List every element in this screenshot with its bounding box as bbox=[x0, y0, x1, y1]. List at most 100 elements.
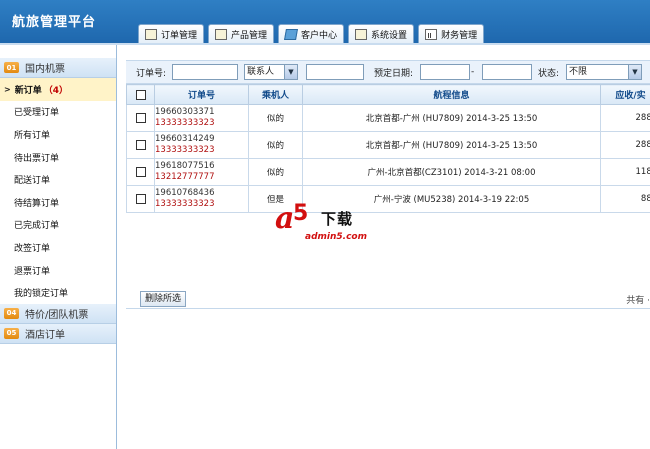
passenger-name: 似的 bbox=[248, 131, 303, 159]
chart-icon bbox=[425, 29, 438, 40]
table-footer: 删除所选 共有 · bbox=[126, 288, 650, 308]
sidebar-item-label: 已受理订单 bbox=[14, 108, 60, 119]
chevron-right-icon: > bbox=[4, 84, 11, 94]
sidebar-item-label: 改签订单 bbox=[14, 243, 51, 254]
sidebar-item-completed-orders[interactable]: 已完成订单 bbox=[0, 214, 116, 237]
select-all-checkbox[interactable] bbox=[135, 89, 146, 100]
section-number-badge: 05 bbox=[4, 327, 19, 339]
sidebar-item-pending-ticket[interactable]: 待出票订单 bbox=[0, 146, 116, 169]
sidebar-item-rebooking-orders[interactable]: 改签订单 bbox=[0, 236, 116, 259]
contact-select[interactable]: 联系人 ▼ bbox=[244, 64, 298, 80]
sidebar-item-label: 新订单 bbox=[14, 85, 42, 96]
status-select-value: 不限 bbox=[569, 67, 588, 77]
settings-icon bbox=[355, 29, 368, 40]
order-count-badge: （4） bbox=[43, 85, 68, 96]
table-row[interactable]: 19660314249 13333333323 似的 北京首都-广州 (HU780… bbox=[126, 131, 650, 159]
sidebar-item-label: 配送订单 bbox=[14, 176, 51, 187]
list-icon bbox=[145, 29, 157, 40]
sidebar-item-delivery-orders[interactable]: 配送订单 bbox=[0, 168, 116, 191]
route-info: 广州-北京首都(CZ3101) 2014-3-21 08:00 bbox=[302, 158, 601, 186]
top-tabs: 订单管理 产品管理 客户中心 系统设置 财务管理 bbox=[138, 24, 485, 44]
status-select[interactable]: 不限 ▼ bbox=[566, 64, 642, 80]
row-checkbox[interactable] bbox=[135, 167, 146, 177]
contact-input[interactable] bbox=[306, 64, 364, 80]
sidebar-section-hotel-orders[interactable]: 05 酒店订单 bbox=[0, 323, 116, 344]
watermark-logo: a 5 下载 admin5.com bbox=[275, 201, 385, 248]
date-to-input[interactable] bbox=[482, 64, 532, 80]
sidebar-item-label: 待结算订单 bbox=[14, 198, 60, 209]
sidebar-item-label: 待出票订单 bbox=[14, 153, 60, 164]
book-icon bbox=[284, 29, 299, 40]
footer-divider bbox=[126, 308, 650, 309]
main-content: 订单号: 联系人 ▼ 预定日期: - 状态: 不限 ▼ 订单号 乘机人 航程信息… bbox=[126, 60, 650, 309]
delete-selected-button[interactable]: 删除所选 bbox=[140, 291, 187, 307]
column-header-route[interactable]: 航程信息 bbox=[302, 84, 601, 105]
tab-customer-center[interactable]: 客户中心 bbox=[278, 24, 345, 44]
tab-system-settings[interactable]: 系统设置 bbox=[348, 24, 415, 44]
section-number-badge: 01 bbox=[4, 62, 19, 73]
chevron-down-icon: ▼ bbox=[284, 65, 297, 79]
contact-select-value: 联系人 bbox=[247, 67, 275, 77]
sidebar: 01 国内机票 > 新订单 （4） 已受理订单 所有订单 待出票订单 配送订单 … bbox=[0, 58, 117, 449]
sidebar-item-label: 已完成订单 bbox=[14, 221, 60, 232]
contact-phone: 13333333323 bbox=[155, 145, 215, 155]
contact-phone: 13333333323 bbox=[155, 118, 215, 128]
sidebar-spacer bbox=[0, 45, 117, 58]
price-value: 2889/ bbox=[600, 131, 650, 159]
tab-product-management[interactable]: 产品管理 bbox=[208, 24, 275, 44]
column-header-order-no[interactable]: 订单号 bbox=[154, 84, 249, 105]
tab-order-management[interactable]: 订单管理 bbox=[138, 24, 205, 44]
date-from-input[interactable] bbox=[420, 64, 470, 80]
tab-label: 财务管理 bbox=[441, 31, 478, 41]
order-id[interactable]: 19660314249 bbox=[155, 134, 248, 145]
column-header-passenger[interactable]: 乘机人 bbox=[248, 84, 303, 105]
sidebar-item-label: 所有订单 bbox=[14, 130, 51, 141]
tab-label: 订单管理 bbox=[161, 31, 198, 41]
section-label: 酒店订单 bbox=[25, 329, 65, 341]
price-value: 2889/ bbox=[600, 104, 650, 132]
passenger-name: 似的 bbox=[248, 104, 303, 132]
watermark-letter-a: a bbox=[275, 201, 295, 236]
order-id[interactable]: 19618077516 bbox=[155, 161, 248, 172]
price-value: 1183/ bbox=[600, 158, 650, 186]
sidebar-item-new-orders[interactable]: > 新订单 （4） bbox=[0, 78, 116, 101]
date-separator: - bbox=[471, 67, 475, 77]
watermark-url: admin5.com bbox=[305, 232, 367, 242]
orders-table: 订单号 乘机人 航程信息 应收/实 19660303371 13333333323… bbox=[126, 84, 650, 213]
row-checkbox[interactable] bbox=[135, 140, 146, 150]
sidebar-item-my-locked-orders[interactable]: 我的锁定订单 bbox=[0, 281, 116, 304]
sidebar-item-pending-settlement[interactable]: 待结算订单 bbox=[0, 191, 116, 214]
order-no-input[interactable] bbox=[172, 64, 238, 80]
column-header-price[interactable]: 应收/实 bbox=[600, 84, 650, 105]
sidebar-item-refund-orders[interactable]: 退票订单 bbox=[0, 259, 116, 282]
sidebar-section-special-group-flights[interactable]: 04 特价/团队机票 bbox=[0, 303, 116, 324]
section-label: 特价/团队机票 bbox=[25, 309, 89, 321]
order-id[interactable]: 19660303371 bbox=[155, 107, 248, 118]
tab-finance-management[interactable]: 财务管理 bbox=[418, 24, 485, 44]
row-checkbox[interactable] bbox=[135, 194, 146, 204]
total-count-text: 共有 · bbox=[626, 296, 650, 306]
status-label: 状态: bbox=[538, 68, 560, 79]
sidebar-item-label: 我的锁定订单 bbox=[14, 289, 69, 300]
sidebar-item-all-orders[interactable]: 所有订单 bbox=[0, 123, 116, 146]
sidebar-section-domestic-flights[interactable]: 01 国内机票 bbox=[0, 58, 116, 78]
sidebar-item-accepted-orders[interactable]: 已受理订单 bbox=[0, 101, 116, 124]
route-info: 北京首都-广州 (HU7809) 2014-3-25 13:50 bbox=[302, 104, 601, 132]
watermark-digit-5: 5 bbox=[293, 201, 309, 226]
price-value: 883/ bbox=[600, 185, 650, 213]
table-row[interactable]: 19610768436 13333333323 但是 广州-宁波 (MU5238)… bbox=[126, 185, 650, 213]
order-id[interactable]: 19610768436 bbox=[155, 188, 248, 199]
tab-label: 系统设置 bbox=[371, 31, 408, 41]
sidebar-item-label: 退票订单 bbox=[14, 266, 51, 277]
box-icon bbox=[215, 29, 228, 40]
date-label: 预定日期: bbox=[374, 68, 414, 79]
table-header-row: 订单号 乘机人 航程信息 应收/实 bbox=[126, 84, 650, 105]
row-checkbox[interactable] bbox=[135, 113, 146, 123]
table-row[interactable]: 19618077516 13212777777 似的 广州-北京首都(CZ3101… bbox=[126, 158, 650, 186]
tab-label: 产品管理 bbox=[231, 31, 268, 41]
section-label: 国内机票 bbox=[25, 64, 65, 75]
section-number-badge: 04 bbox=[4, 307, 19, 319]
table-row[interactable]: 19660303371 13333333323 似的 北京首都-广州 (HU780… bbox=[126, 104, 650, 132]
header-bar: 航旅管理平台 订单管理 产品管理 客户中心 系统设置 财务管理 bbox=[0, 0, 650, 44]
app-title: 航旅管理平台 bbox=[12, 15, 97, 30]
